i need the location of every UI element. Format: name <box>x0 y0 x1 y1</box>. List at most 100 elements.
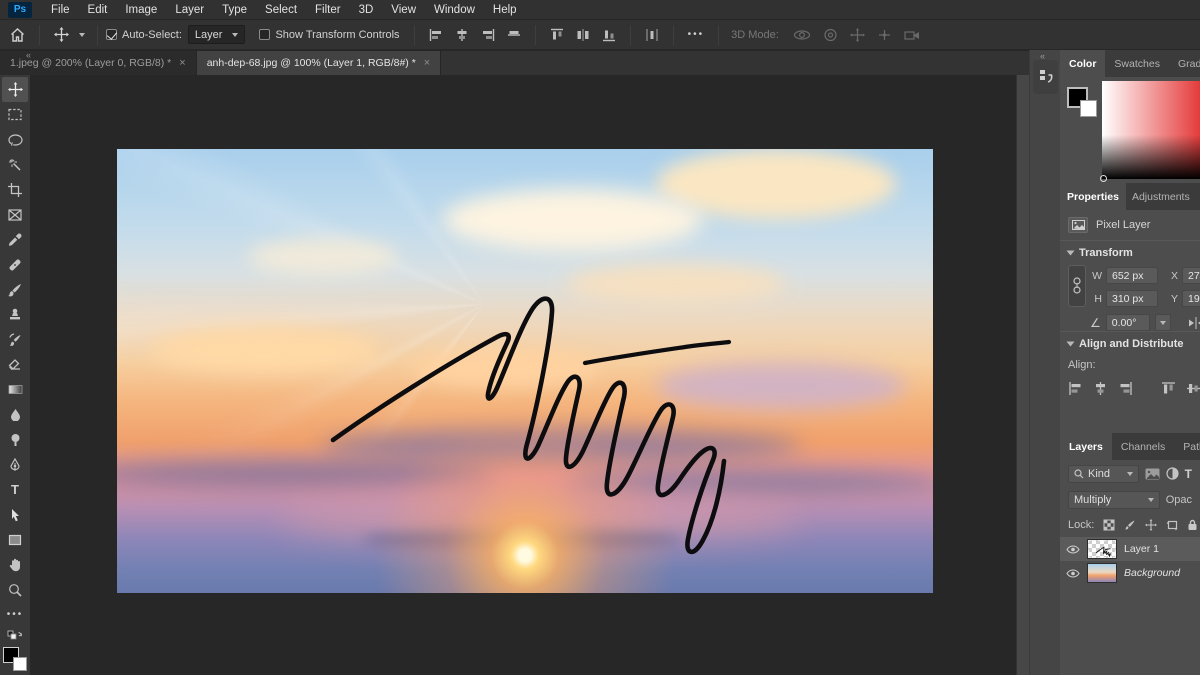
filter-adjustment-icon[interactable] <box>1166 467 1179 480</box>
align-right-edges-icon[interactable] <box>481 28 495 42</box>
menu-select[interactable]: Select <box>256 0 306 20</box>
collapse-toolbar-icon[interactable]: « <box>26 50 31 60</box>
align-section-header[interactable]: Align and Distribute <box>1060 332 1200 356</box>
visibility-eye-icon[interactable] <box>1066 545 1080 554</box>
pen-tool[interactable] <box>2 452 28 477</box>
align-horizontal-centers-icon[interactable] <box>455 28 469 42</box>
frame-tool[interactable] <box>2 202 28 227</box>
marquee-tool[interactable] <box>2 102 28 127</box>
layer-row-layer1[interactable]: Layer 1 <box>1060 537 1200 561</box>
menu-image[interactable]: Image <box>116 0 166 20</box>
layer-name[interactable]: Layer 1 <box>1124 543 1159 555</box>
align-right-button[interactable] <box>1118 381 1133 396</box>
distribute-bottom-edges-icon[interactable] <box>602 28 616 42</box>
width-input[interactable]: 652 px <box>1106 267 1158 284</box>
menu-3d[interactable]: 3D <box>350 0 383 20</box>
more-options-icon[interactable]: ••• <box>688 29 705 40</box>
crop-tool[interactable] <box>2 177 28 202</box>
x-input[interactable]: 274 <box>1182 267 1200 284</box>
menu-edit[interactable]: Edit <box>79 0 117 20</box>
lock-transparency-icon[interactable] <box>1103 519 1115 531</box>
tab-layers[interactable]: Layers <box>1060 433 1112 460</box>
tab-gradients[interactable]: Gradients <box>1169 50 1200 77</box>
tool-preset-caret[interactable] <box>79 33 85 37</box>
move-tool[interactable] <box>2 77 28 102</box>
close-tab-icon[interactable]: × <box>424 57 430 69</box>
hand-tool[interactable] <box>2 552 28 577</box>
menu-view[interactable]: View <box>382 0 425 20</box>
lock-position-icon[interactable] <box>1145 519 1157 531</box>
distribute-horizontal-centers-icon[interactable] <box>576 28 590 42</box>
angle-input[interactable]: 0.00° <box>1106 314 1150 331</box>
blend-mode-dropdown[interactable]: Multiply <box>1068 491 1160 509</box>
transform-section-header[interactable]: Transform <box>1060 241 1200 265</box>
tab-libraries[interactable]: Li <box>1196 183 1200 210</box>
edit-toolbar-button[interactable]: ••• <box>2 602 28 627</box>
eyedropper-tool[interactable] <box>2 227 28 252</box>
tab-paths[interactable]: Paths <box>1174 433 1200 460</box>
dodge-tool[interactable] <box>2 427 28 452</box>
auto-select-checkbox[interactable] <box>106 29 117 40</box>
home-icon[interactable] <box>10 28 25 42</box>
tab-channels[interactable]: Channels <box>1112 433 1174 460</box>
layer-name[interactable]: Background <box>1124 567 1180 579</box>
type-tool[interactable]: T <box>2 477 28 502</box>
flip-horizontal-icon[interactable] <box>1188 317 1200 329</box>
tab-color[interactable]: Color <box>1060 50 1105 77</box>
canvas-document-image[interactable] <box>117 149 933 593</box>
align-center-button[interactable] <box>1093 381 1108 396</box>
visibility-eye-icon[interactable] <box>1066 569 1080 578</box>
brush-tool[interactable] <box>2 277 28 302</box>
menu-type[interactable]: Type <box>213 0 256 20</box>
height-input[interactable]: 310 px <box>1106 290 1158 307</box>
history-panel-button[interactable] <box>1033 60 1058 94</box>
tab-swatches[interactable]: Swatches <box>1105 50 1169 77</box>
rectangle-tool[interactable] <box>2 527 28 552</box>
distribute-top-edges-icon[interactable] <box>550 28 564 42</box>
clone-stamp-tool[interactable] <box>2 302 28 327</box>
menu-window[interactable]: Window <box>425 0 484 20</box>
auto-select-target-dropdown[interactable]: Layer <box>188 25 246 44</box>
gradient-tool[interactable] <box>2 377 28 402</box>
default-colors-button[interactable] <box>2 627 28 645</box>
link-wh-button[interactable] <box>1068 265 1086 307</box>
align-vertical-centers-icon[interactable] <box>507 28 521 42</box>
quick-selection-tool[interactable] <box>2 152 28 177</box>
layer1-thumbnail[interactable] <box>1087 539 1117 559</box>
close-tab-icon[interactable]: × <box>179 57 185 69</box>
lock-all-icon[interactable] <box>1187 519 1198 531</box>
background-color-swatch[interactable] <box>13 657 27 671</box>
menu-file[interactable]: File <box>42 0 79 20</box>
align-left-button[interactable] <box>1068 381 1083 396</box>
color-picker-field[interactable] <box>1102 81 1200 179</box>
history-brush-tool[interactable] <box>2 327 28 352</box>
blur-tool[interactable] <box>2 402 28 427</box>
filter-image-icon[interactable] <box>1145 468 1160 480</box>
canvas-workspace[interactable] <box>30 75 1016 675</box>
color-cursor[interactable] <box>1100 175 1107 182</box>
zoom-tool[interactable] <box>2 577 28 602</box>
align-left-edges-icon[interactable] <box>429 28 443 42</box>
lock-artboard-icon[interactable] <box>1166 519 1178 531</box>
spot-healing-tool[interactable] <box>2 252 28 277</box>
filter-type-icon[interactable]: T <box>1185 468 1192 480</box>
menu-layer[interactable]: Layer <box>166 0 213 20</box>
lock-pixels-icon[interactable] <box>1124 519 1136 531</box>
canvas-vertical-scrollbar[interactable] <box>1016 75 1029 675</box>
path-selection-tool[interactable] <box>2 502 28 527</box>
background-thumbnail[interactable] <box>1087 563 1117 583</box>
align-middle-button[interactable] <box>1186 381 1200 396</box>
angle-dropdown[interactable] <box>1155 314 1171 331</box>
eraser-tool[interactable] <box>2 352 28 377</box>
move-tool-preset-icon[interactable] <box>54 27 69 42</box>
menu-filter[interactable]: Filter <box>306 0 350 20</box>
y-input[interactable]: 193 <box>1182 290 1200 307</box>
distribute-spacing-icon[interactable] <box>645 28 659 42</box>
tab-properties[interactable]: Properties <box>1060 183 1126 210</box>
align-top-button[interactable] <box>1161 381 1176 396</box>
color-swatch-pair[interactable] <box>1067 87 1097 117</box>
document-tab-2[interactable]: anh-dep-68.jpg @ 100% (Layer 1, RGB/8#) … <box>197 51 442 75</box>
show-transform-checkbox[interactable] <box>259 29 270 40</box>
lasso-tool[interactable] <box>2 127 28 152</box>
menu-help[interactable]: Help <box>484 0 526 20</box>
